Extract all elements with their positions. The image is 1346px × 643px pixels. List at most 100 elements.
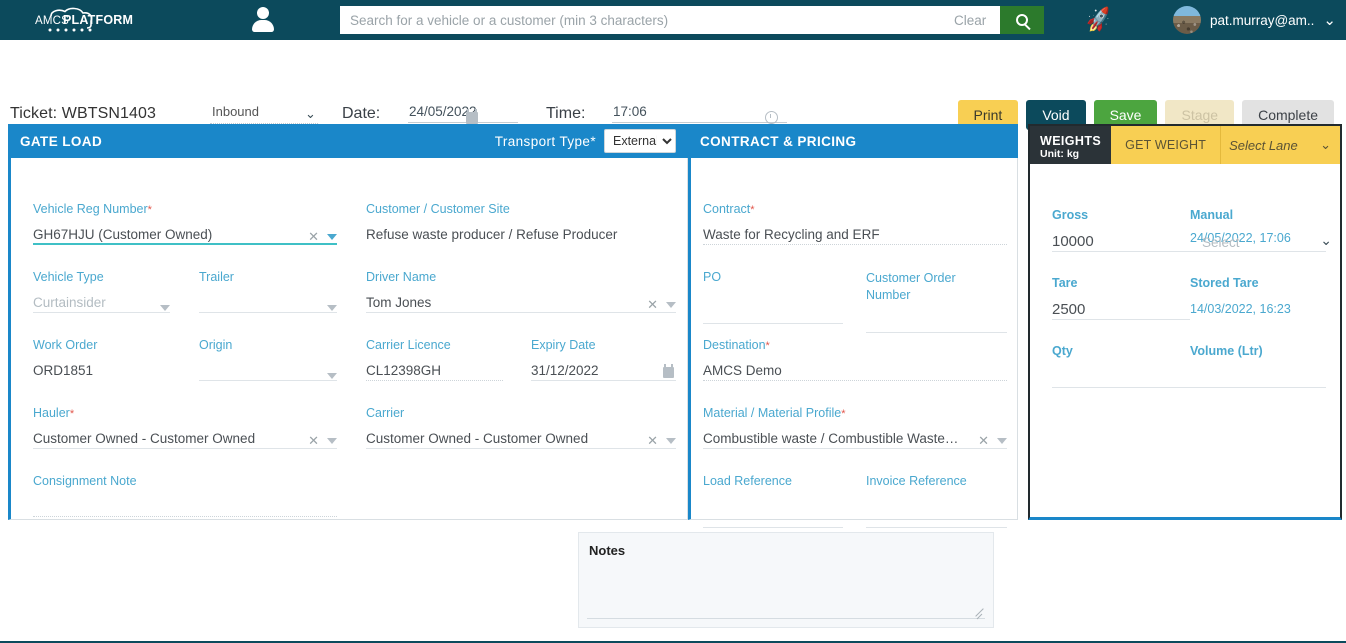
chevron-down-icon[interactable] <box>160 305 170 311</box>
field-load-reference: Load Reference <box>703 474 843 528</box>
direction-select[interactable]: Inbound <box>210 100 318 124</box>
field-customer-order-number: Customer Order Number <box>866 270 1007 333</box>
field-po: PO <box>703 270 843 324</box>
chevron-down-icon[interactable] <box>997 438 1007 444</box>
notes-textarea[interactable] <box>587 575 985 619</box>
weights-fields: Gross 10000 Manual 24/05/2022, 17:06 Sel… <box>1030 164 1340 516</box>
ticket-toolbar: Ticket: WBTSN1403 Inbound ⌄ Date: Time: … <box>0 40 1346 118</box>
time-input[interactable] <box>612 104 787 123</box>
field-value[interactable]: 2500 <box>1052 299 1190 320</box>
field-work-order: Work Order ORD1851 <box>33 338 170 381</box>
field-origin: Origin <box>199 338 337 381</box>
chevron-down-icon[interactable] <box>327 234 337 240</box>
field-trailer: Trailer <box>199 270 337 313</box>
clear-icon[interactable]: ✕ <box>978 434 989 447</box>
field-value[interactable] <box>33 497 337 517</box>
field-value[interactable]: Tom Jones <box>366 293 676 313</box>
chevron-down-icon[interactable]: ⌄ <box>1320 232 1332 249</box>
field-label: PO <box>703 270 843 284</box>
field-controls <box>327 305 337 311</box>
weights-title: WEIGHTS <box>1040 134 1101 148</box>
field-qty: Qty <box>1052 344 1190 388</box>
chevron-down-icon[interactable] <box>666 302 676 308</box>
chevron-down-icon[interactable] <box>327 438 337 444</box>
user-name-label: pat.murray@am.. <box>1210 13 1314 28</box>
notes-label: Notes <box>579 533 993 558</box>
field-value[interactable]: 10000 <box>1052 231 1190 252</box>
field-value: ORD1851 <box>33 361 170 381</box>
field-controls <box>160 305 170 311</box>
transport-type-control: Transport Type* External <box>495 129 676 153</box>
manual-select-placeholder[interactable]: Select <box>1202 235 1240 250</box>
field-value[interactable] <box>199 293 337 313</box>
clock-icon[interactable] <box>765 111 778 124</box>
avatar <box>1173 6 1201 34</box>
clear-icon[interactable]: ✕ <box>308 230 319 243</box>
quick-launch-button[interactable]: 🚀 <box>1044 10 1154 31</box>
field-value[interactable]: Combustible waste / Combustible Waste Do… <box>703 429 1007 449</box>
field-label: Volume (Ltr) <box>1190 344 1326 358</box>
search-clear-button[interactable]: Clear <box>950 6 1000 34</box>
get-weight-button[interactable]: GET WEIGHT <box>1111 126 1220 164</box>
svg-text:PLATFORM: PLATFORM <box>63 13 133 27</box>
field-consignment-note: Consignment Note <box>33 474 337 517</box>
app-root: AMCS PLATFORM Clear 🚀 <box>0 0 1346 643</box>
date-label: Date: <box>342 105 380 123</box>
user-account-icon-button[interactable] <box>185 0 340 40</box>
field-value: 14/03/2022, 16:23 <box>1190 299 1326 320</box>
gate-load-panel: GATE LOAD Transport Type* External Vehic… <box>8 124 688 520</box>
field-value[interactable] <box>199 361 337 381</box>
field-customer-site: Customer / Customer Site Refuse waste pr… <box>366 202 676 245</box>
field-material-profile: Material / Material Profile* Combustible… <box>703 406 1007 449</box>
field-gross-weight: Gross 10000 <box>1052 208 1190 252</box>
field-value[interactable] <box>1052 367 1190 388</box>
contract-pricing-fields: Contract* Waste for Recycling and ERF PO… <box>691 158 1017 518</box>
field-label: Gross <box>1052 208 1190 222</box>
chevron-down-icon[interactable] <box>327 373 337 379</box>
field-controls: ✕ <box>647 298 676 311</box>
field-stored-tare: Stored Tare 14/03/2022, 16:23 <box>1190 276 1326 320</box>
field-value[interactable] <box>703 508 843 528</box>
clear-icon[interactable]: ✕ <box>308 434 319 447</box>
calendar-icon[interactable] <box>663 367 674 378</box>
calendar-icon[interactable] <box>466 112 478 124</box>
weights-unit-label: Unit: kg <box>1040 148 1101 161</box>
transport-type-label: Transport Type* <box>495 134 596 149</box>
field-value[interactable]: 31/12/2022 <box>531 361 676 381</box>
clear-icon[interactable]: ✕ <box>647 298 658 311</box>
date-input[interactable] <box>408 104 518 123</box>
field-value[interactable] <box>866 313 1007 333</box>
field-label: Material / Material Profile* <box>703 406 1007 420</box>
field-value[interactable] <box>866 508 1007 528</box>
field-label: Contract* <box>703 202 1007 216</box>
field-value[interactable] <box>703 304 843 324</box>
field-value[interactable]: Customer Owned - Customer Owned <box>366 429 676 449</box>
field-manual-weight: Manual 24/05/2022, 17:06 Select ⌄ <box>1190 208 1326 252</box>
field-value[interactable]: Customer Owned - Customer Owned <box>33 429 337 449</box>
gate-load-title: GATE LOAD <box>20 134 102 149</box>
field-value: AMCS Demo <box>703 361 1007 381</box>
field-value[interactable]: Curtainsider <box>33 293 170 313</box>
rocket-icon: 🚀 <box>1085 7 1114 32</box>
search-input[interactable] <box>340 6 950 34</box>
field-label: Invoice Reference <box>866 474 1007 488</box>
clear-icon[interactable]: ✕ <box>647 434 658 447</box>
field-label: Expiry Date <box>531 338 676 352</box>
user-menu[interactable]: pat.murray@am.. ⌄ <box>1173 6 1346 34</box>
field-label: Customer / Customer Site <box>366 202 676 216</box>
chevron-down-icon[interactable]: ⌄ <box>1323 13 1336 28</box>
search-submit-button[interactable] <box>1000 6 1044 34</box>
field-label: Work Order <box>33 338 170 352</box>
person-icon <box>251 7 275 33</box>
field-hauler: Hauler* Customer Owned - Customer Owned … <box>33 406 337 449</box>
transport-type-select[interactable]: External <box>604 129 676 153</box>
field-value[interactable]: GH67HJU (Customer Owned) <box>33 225 337 245</box>
chevron-down-icon[interactable] <box>327 305 337 311</box>
field-value[interactable] <box>1190 367 1326 388</box>
chevron-down-icon[interactable] <box>666 438 676 444</box>
lane-select[interactable]: Select Lane <box>1220 126 1340 164</box>
amcs-platform-logo[interactable]: AMCS PLATFORM <box>0 0 185 40</box>
contract-pricing-title: CONTRACT & PRICING <box>700 134 856 149</box>
field-label: Driver Name <box>366 270 676 284</box>
global-search: Clear <box>340 6 1044 34</box>
